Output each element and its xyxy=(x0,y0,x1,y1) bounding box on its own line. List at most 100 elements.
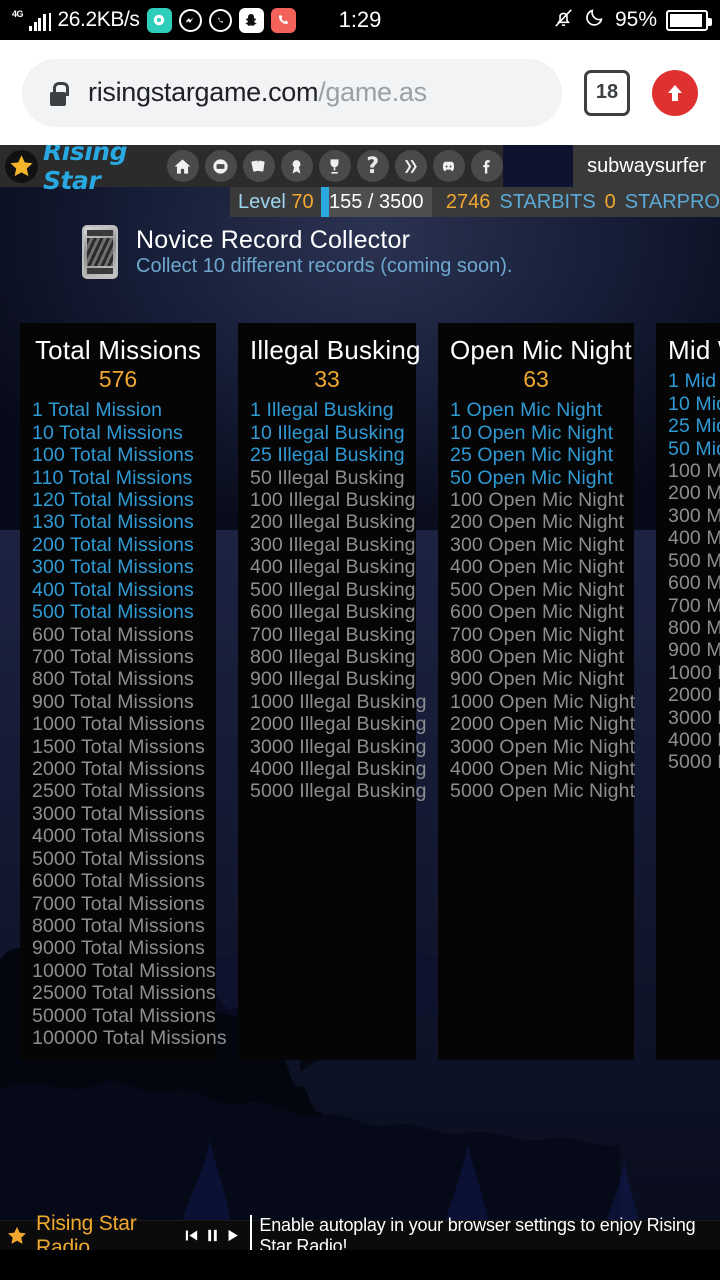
status-right-group: 95% xyxy=(552,6,712,35)
xp-progress-bar: 155 / 3500 xyxy=(320,187,432,217)
pause-icon[interactable] xyxy=(204,1226,221,1245)
achievement-item: 100 Open Mic Night xyxy=(450,488,625,511)
ribbon-icon[interactable] xyxy=(280,150,313,182)
facebook-icon[interactable] xyxy=(470,150,503,182)
browser-update-button[interactable] xyxy=(652,69,698,116)
achievement-item: 200 Illegal Busking xyxy=(250,511,416,534)
achievement-item: 50 Open Mic Night xyxy=(450,466,614,489)
column-list: 1 Open Mic Night 10 Open Mic Night 25 Open… xyxy=(450,399,636,803)
achievement-header: Novice Record Collector Collect 10 diffe… xyxy=(0,225,720,279)
column-title: Total Missions xyxy=(34,335,202,365)
achievement-item: 500 Mid Week Support xyxy=(668,549,720,572)
achievement-item: 100000 Total Missions xyxy=(32,1027,227,1050)
achievement-item: 200 Open Mic Night xyxy=(450,511,625,534)
achievement-item: 300 Mid Week Support xyxy=(668,504,720,527)
radio-controls xyxy=(183,1226,242,1245)
achievement-item: 25 Illegal Busking xyxy=(250,444,405,467)
achievement-item: 1 Mid Week Support xyxy=(668,370,720,393)
signal-bars-icon xyxy=(29,14,46,31)
signal-icon: 4G xyxy=(12,9,51,31)
starpro-value: 0 xyxy=(604,190,616,213)
achievement-item: 900 Illegal Busking xyxy=(250,668,416,691)
achievement-item: 7000 Total Missions xyxy=(32,892,205,915)
hive-icon[interactable] xyxy=(394,150,427,182)
map-icon[interactable] xyxy=(204,150,237,182)
achievement-text-group: Novice Record Collector Collect 10 diffe… xyxy=(136,226,512,279)
column-count: 33 xyxy=(314,366,340,393)
cards-icon[interactable] xyxy=(242,150,275,182)
achievement-item: 10 Open Mic Night xyxy=(450,421,614,444)
achievement-item: 1000 Open Mic Night xyxy=(450,690,636,713)
column-list: 1 Illegal Busking 10 Illegal Busking 25 Il… xyxy=(250,399,427,803)
phone-icon xyxy=(270,7,296,33)
achievement-item: 10 Illegal Busking xyxy=(250,421,405,444)
radio-player-bar: Rising Star Radio Enable autoplay in you… xyxy=(0,1212,720,1250)
achievement-item: 25 Open Mic Night xyxy=(450,444,614,467)
achievement-item: 110 Total Missions xyxy=(32,466,193,489)
home-icon[interactable] xyxy=(166,150,199,182)
achievement-item: 900 Mid Week Support xyxy=(668,639,720,662)
achievement-item: 600 Mid Week Support xyxy=(668,572,720,595)
achievement-item: 800 Mid Week Support xyxy=(668,616,720,639)
achievement-item: 400 Illegal Busking xyxy=(250,556,416,579)
achievement-item: 3000 Open Mic Night xyxy=(450,735,636,758)
brand-logo[interactable]: Beta Rising Star xyxy=(0,145,155,195)
star-logo-icon xyxy=(5,149,38,183)
column-list: 1 Total Mission 10 Total Missions 100 Tota… xyxy=(32,399,227,1050)
tab-count-label: 18 xyxy=(595,81,619,103)
column-list: 1 Mid Week Support10 Mid Week Support25 … xyxy=(668,370,720,774)
achievement-item: 400 Mid Week Support xyxy=(668,527,720,550)
achievement-item: 1500 Total Missions xyxy=(32,735,205,758)
achievement-item: 4000 Illegal Busking xyxy=(250,758,427,781)
game-page: Beta Rising Star xyxy=(0,145,720,1250)
phone-screen: 4G 26.2KB/s 1:29 95% risingstargame.com/… xyxy=(0,0,720,1280)
brand-label: Rising Star xyxy=(43,145,127,195)
trophy-icon[interactable] xyxy=(318,150,351,182)
address-bar[interactable]: risingstargame.com/game.as xyxy=(22,58,562,127)
achievement-column: Open Mic Night 63 1 Open Mic Night 10 Ope… xyxy=(438,323,636,1060)
column-count: 576 xyxy=(98,366,138,393)
achievement-item: 900 Total Missions xyxy=(32,690,194,713)
discord-icon[interactable] xyxy=(432,150,465,182)
achievement-columns: Total Missions 576 1 Total Mission 10 Tot… xyxy=(20,323,720,1060)
achievement-item: 300 Open Mic Night xyxy=(450,533,625,556)
achievement-item: 2500 Total Missions xyxy=(32,780,205,803)
radio-message-label: Enable autoplay in your browser settings… xyxy=(250,1214,720,1250)
achievement-item: 2000 Open Mic Night xyxy=(450,713,636,736)
achievement-item: 4000 Open Mic Night xyxy=(450,758,636,781)
prev-icon[interactable] xyxy=(183,1226,200,1245)
navbar-spacer xyxy=(502,145,574,187)
achievement-item: 700 Mid Week Support xyxy=(668,594,720,617)
achievement-description: Collect 10 different records (coming soo… xyxy=(136,255,513,278)
achievement-item: 5000 Total Missions xyxy=(32,847,205,870)
network-speed-label: 26.2KB/s xyxy=(57,8,140,31)
achievement-item: 4000 Total Missions xyxy=(32,825,205,848)
achievement-item: 25000 Total Missions xyxy=(32,982,216,1005)
network-type-label: 4G xyxy=(12,9,24,19)
play-icon[interactable] xyxy=(225,1226,242,1245)
achievement-item: 130 Total Missions xyxy=(32,511,194,534)
achievement-item: 1000 Total Missions xyxy=(32,713,205,736)
achievement-item: 10 Total Missions xyxy=(32,421,183,444)
achievement-item: 700 Open Mic Night xyxy=(450,623,625,646)
achievement-item: 300 Illegal Busking xyxy=(250,533,416,556)
url-path: /game.as xyxy=(318,77,427,107)
achievement-item: 5000 Open Mic Night xyxy=(450,780,636,803)
achievement-item: 800 Total Missions xyxy=(32,668,194,691)
starbits-label: STARBITS xyxy=(499,190,596,213)
xp-progress-label: 155 / 3500 xyxy=(328,190,424,213)
achievement-item: 400 Open Mic Night xyxy=(450,556,625,579)
game-navbar: Beta Rising Star xyxy=(0,145,720,195)
help-icon[interactable]: ? xyxy=(356,150,389,182)
achievement-item: 10 Mid Week Support xyxy=(668,392,720,415)
url-text: risingstargame.com/game.as xyxy=(88,77,427,108)
achievement-item: 3000 Mid Week Support xyxy=(668,706,720,729)
level-text: Level xyxy=(238,190,286,213)
tab-switcher-button[interactable]: 18 xyxy=(584,69,630,116)
whatsapp-business-icon xyxy=(146,7,172,33)
achievement-item: 50 Illegal Busking xyxy=(250,466,405,489)
achievement-item: 400 Total Missions xyxy=(32,578,194,601)
navbar-icon-group: ? xyxy=(166,150,503,182)
column-count: 63 xyxy=(523,366,549,393)
username-label[interactable]: subwaysurfer xyxy=(573,145,720,187)
